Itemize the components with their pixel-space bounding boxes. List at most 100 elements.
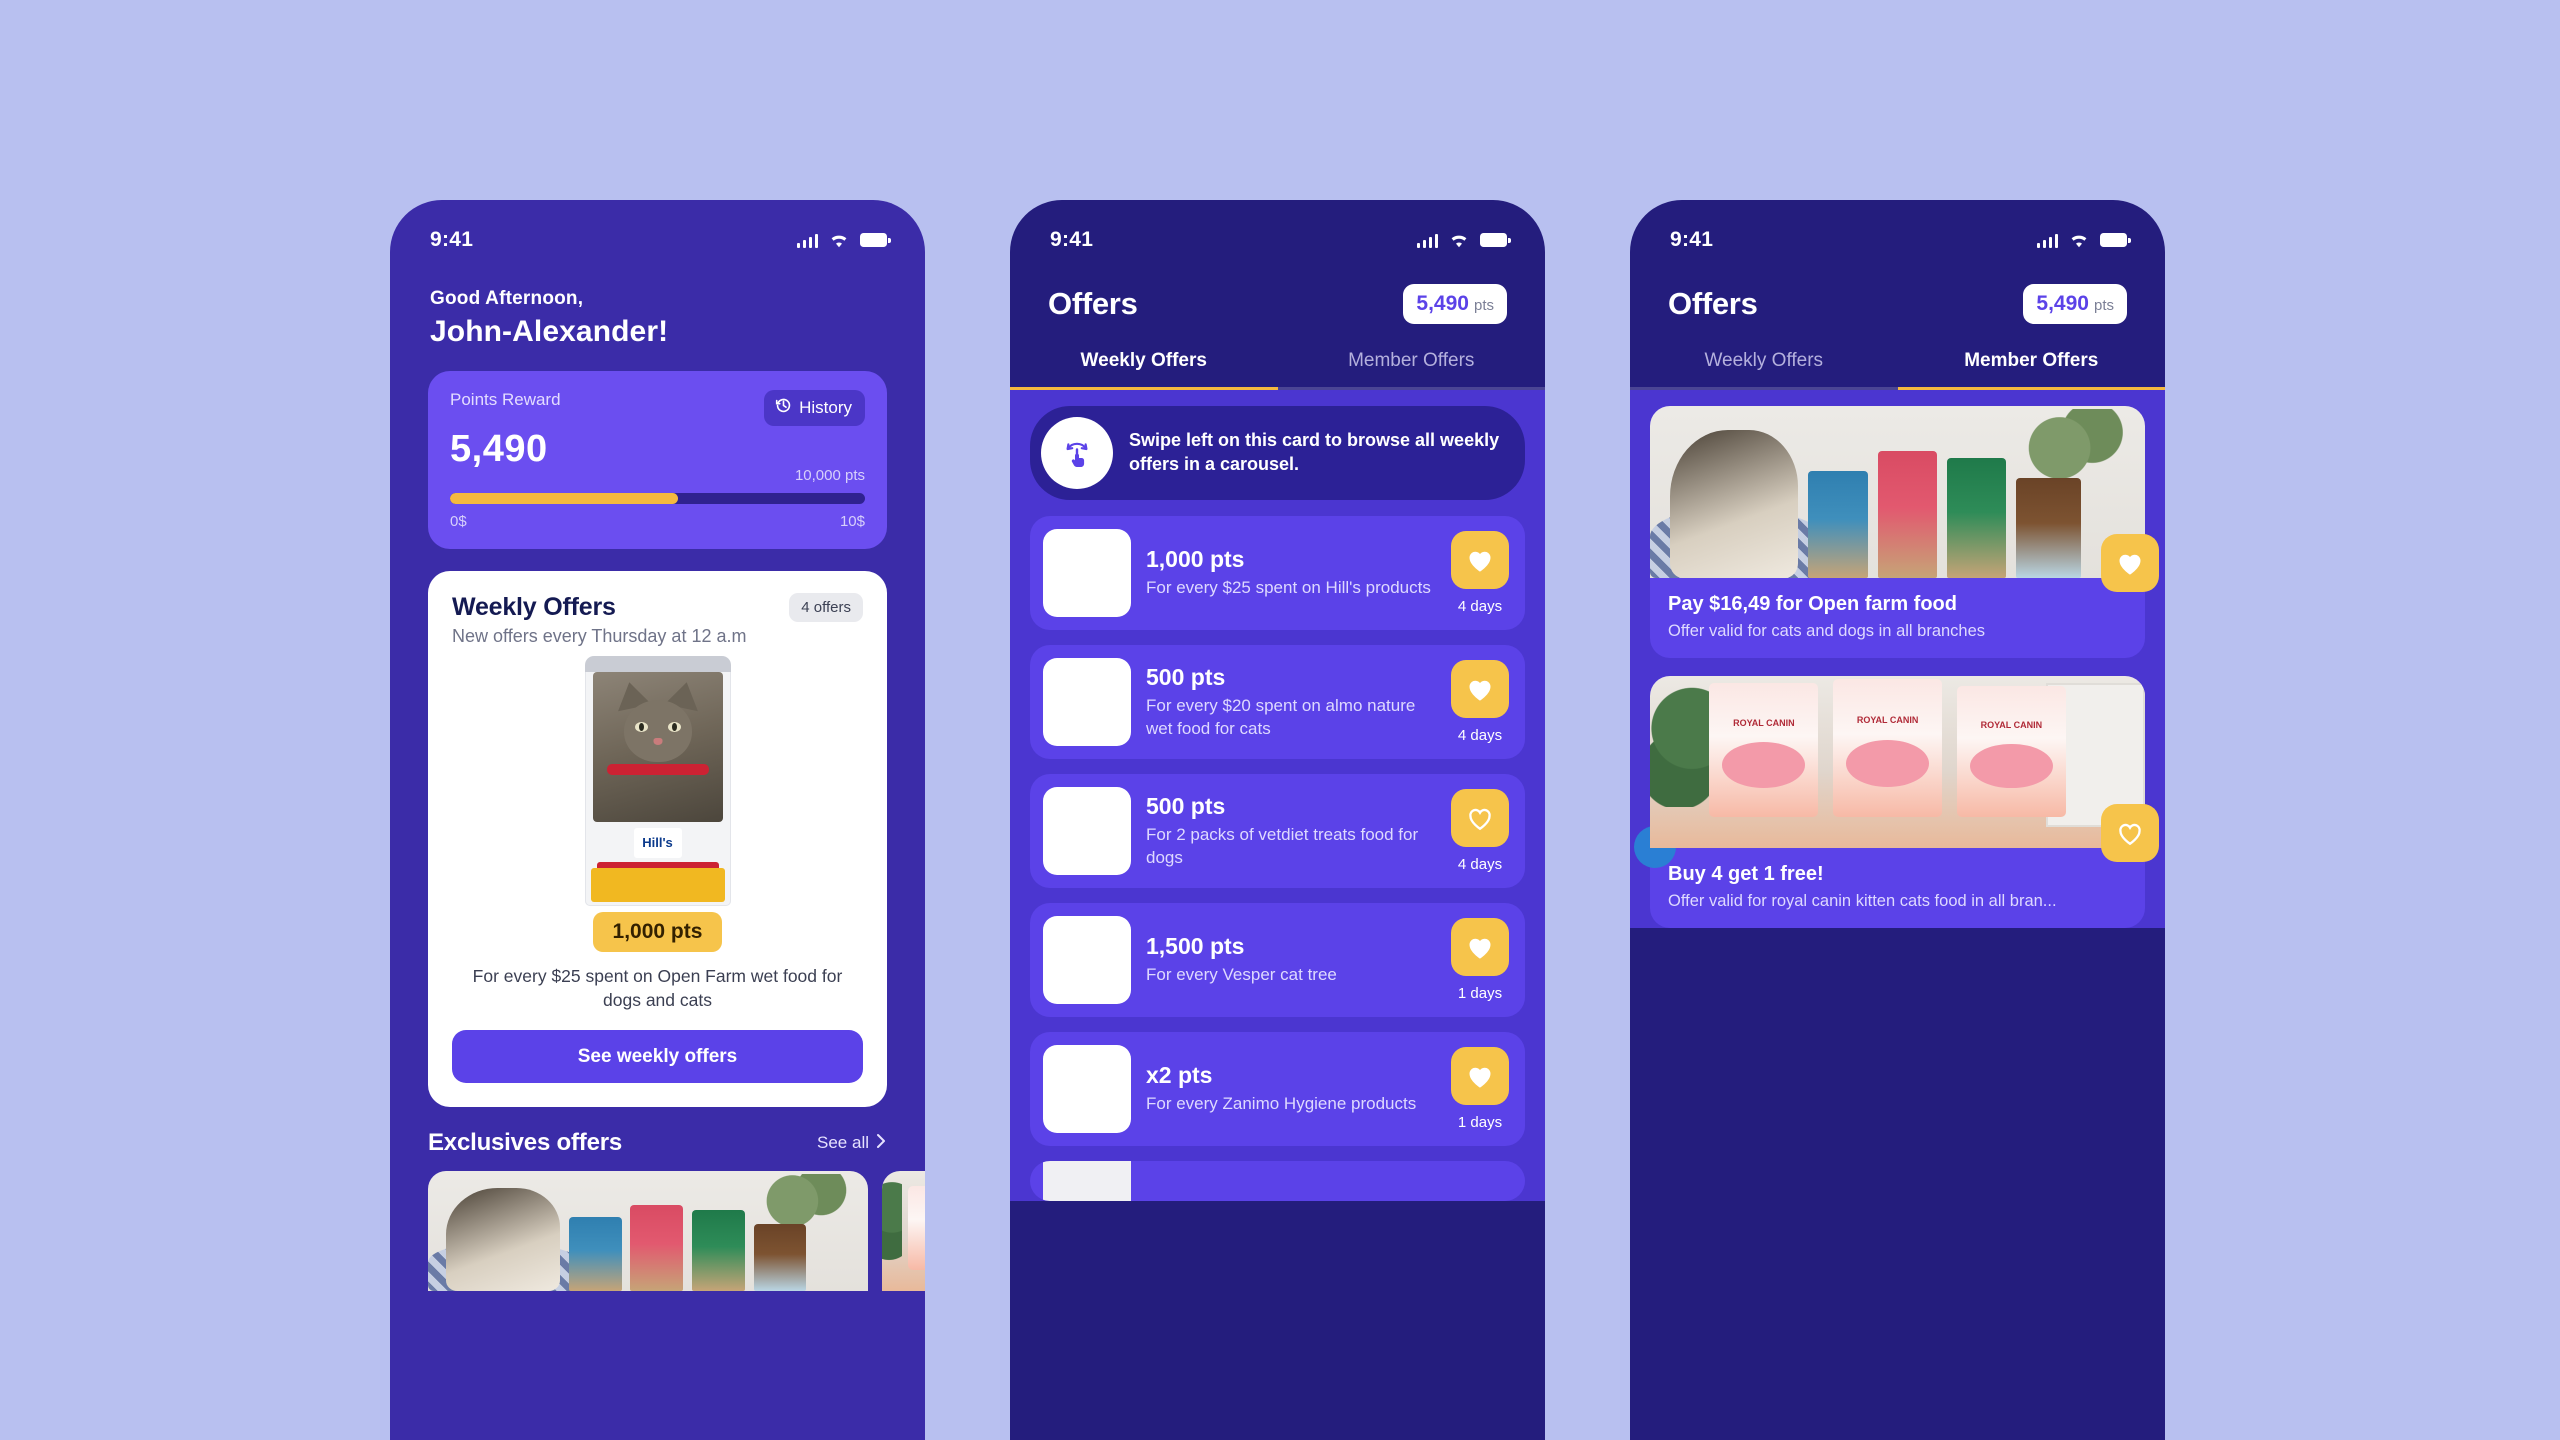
weekly-offers-list: Swipe left on this card to browse all we…	[1010, 390, 1545, 1201]
favorite-button[interactable]	[2101, 534, 2159, 592]
history-button[interactable]: History	[764, 390, 865, 426]
weekly-offers-title: Weekly Offers	[452, 593, 616, 621]
member-offers-list: Pay $16,49 for Open farm food Offer vali…	[1630, 390, 2165, 928]
offer-row-partial[interactable]	[1030, 1161, 1525, 1201]
history-button-label: History	[799, 398, 852, 417]
offer-expiry: 4 days	[1457, 598, 1503, 615]
offer-points: x2 pts	[1146, 1062, 1213, 1089]
offer-row[interactable]: x2 pts For every Zanimo Hygiene products 1…	[1030, 1032, 1525, 1146]
heart-filled-icon	[1469, 680, 1491, 701]
member-offer-card[interactable]: Pay $16,49 for Open farm food Offer vali…	[1650, 406, 2159, 658]
swipe-hint-text: Swipe left on this card to browse all we…	[1129, 430, 1500, 474]
status-bar-icons	[796, 233, 891, 248]
points-reward-label: Points Reward	[450, 390, 561, 409]
see-all-label: See all	[817, 1133, 869, 1153]
offer-text: 500 pts For every $20 spent on almo natur…	[1146, 664, 1433, 739]
member-offer-card[interactable]: ROYAL CANIN ROYAL CANIN ROYAL CANIN Buy …	[1634, 676, 2159, 928]
phone-member-offers-screen: 9:41 Offers 5,490 pts Weekly Offers Memb…	[1630, 200, 2165, 1440]
offer-description: For every $20 spent on almo nature wet f…	[1146, 696, 1416, 738]
points-chip-unit: pts	[2093, 297, 2114, 314]
offer-expiry: 4 days	[1457, 727, 1503, 744]
history-clock-icon	[775, 397, 792, 419]
member-offer-title: Buy 4 get 1 free!	[1668, 863, 1824, 885]
offer-thumbnail	[1043, 1045, 1131, 1133]
points-chip-unit: pts	[1473, 297, 1494, 314]
heart-filled-icon	[1469, 938, 1491, 959]
heart-filled-icon	[1469, 551, 1491, 572]
offer-points: 500 pts	[1146, 793, 1226, 820]
points-reward-card: Points Reward History 5,490 10,000 pts 0…	[428, 371, 887, 549]
exclusives-section-header: Exclusives offers See all	[428, 1129, 887, 1157]
favorite-button[interactable]	[1451, 1047, 1509, 1105]
exclusive-thumb-open-farm[interactable]	[428, 1171, 868, 1292]
chevron-right-icon	[876, 1133, 887, 1154]
favorite-button[interactable]	[1451, 789, 1509, 847]
offer-row[interactable]: 500 pts For every $20 spent on almo natur…	[1030, 645, 1525, 759]
offer-description: For every Zanimo Hygiene products	[1146, 1094, 1417, 1114]
member-offer-title: Pay $16,49 for Open farm food	[1668, 593, 1957, 615]
signal-icon	[796, 233, 818, 248]
offer-actions: 4 days	[1448, 660, 1512, 744]
offer-description: For every $25 spent on Hill's products	[1146, 578, 1431, 598]
offer-expiry: 1 days	[1457, 1114, 1503, 1131]
greeting-username: John-Alexander!	[430, 315, 669, 348]
battery-icon	[860, 233, 891, 247]
offer-description: For every Vesper cat tree	[1146, 965, 1337, 985]
hills-logo: Hill's	[633, 827, 682, 858]
offer-expiry: 4 days	[1457, 856, 1503, 873]
swipe-gesture-icon	[1041, 417, 1113, 489]
offer-row[interactable]: 1,000 pts For every $25 spent on Hill's p…	[1030, 516, 1525, 630]
offer-text: x2 pts For every Zanimo Hygiene products	[1146, 1062, 1433, 1115]
phone-home-screen: 9:41 Good Afternoon, John-Alexander! Poi…	[390, 200, 925, 1440]
scale-max-label: 10$	[839, 513, 865, 530]
status-bar-time: 9:41	[1050, 228, 1094, 251]
points-chip[interactable]: 5,490 pts	[1403, 284, 1507, 324]
status-bar: 9:41	[1010, 200, 1545, 262]
status-bar: 9:41	[390, 200, 925, 262]
member-offer-text: Pay $16,49 for Open farm food Offer vali…	[1650, 578, 2145, 658]
exclusive-thumb-royal-canin[interactable]	[882, 1171, 925, 1292]
favorite-button[interactable]	[1451, 660, 1509, 718]
tab-member-offers[interactable]: Member Offers	[1277, 350, 1545, 390]
points-chip[interactable]: 5,490 pts	[2023, 284, 2127, 324]
offer-text: 1,500 pts For every Vesper cat tree	[1146, 933, 1433, 986]
weekly-offers-card-stack: Weekly Offers 4 offers New offers every …	[428, 571, 887, 1108]
favorite-button[interactable]	[1451, 918, 1509, 976]
tab-member-offers[interactable]: Member Offers	[1897, 350, 2165, 390]
heart-outline-icon	[1469, 808, 1491, 831]
offer-actions: 1 days	[1448, 1047, 1512, 1131]
greeting-block: Good Afternoon, John-Alexander!	[390, 262, 925, 349]
favorite-button[interactable]	[2101, 804, 2159, 862]
page-title: Offers	[1048, 286, 1138, 321]
offer-text: 500 pts For 2 packs of vetdiet treats foo…	[1146, 793, 1433, 868]
offer-actions: 4 days	[1448, 531, 1512, 615]
offer-row[interactable]: 500 pts For 2 packs of vetdiet treats foo…	[1030, 774, 1525, 888]
exclusives-carousel[interactable]	[428, 1171, 925, 1292]
offer-actions: 1 days	[1448, 918, 1512, 1002]
heart-filled-icon	[2119, 554, 2141, 575]
member-offer-photo: ROYAL CANIN ROYAL CANIN ROYAL CANIN	[1650, 676, 2145, 848]
battery-icon	[1480, 233, 1511, 247]
points-chip-value: 5,490	[1416, 292, 1469, 315]
offer-row[interactable]: 1,500 pts For every Vesper cat tree 1 days	[1030, 903, 1525, 1017]
offer-expiry: 1 days	[1457, 985, 1503, 1002]
offer-rows-container: 1,000 pts For every $25 spent on Hill's p…	[1030, 516, 1525, 1146]
points-progress-fill	[450, 493, 678, 504]
heart-outline-icon	[2119, 823, 2141, 846]
offer-points: 1,000 pts	[1146, 546, 1245, 573]
offer-thumbnail	[1043, 529, 1131, 617]
offer-description: For 2 packs of vetdiet treats food for d…	[1146, 825, 1419, 867]
swipe-hint-card[interactable]: Swipe left on this card to browse all we…	[1030, 406, 1525, 500]
offer-thumbnail	[1043, 916, 1131, 1004]
weekly-offer-description: For every $25 spent on Open Farm wet foo…	[472, 966, 843, 1010]
weekly-offer-product-image: Hill's SCIENCE DIET	[452, 653, 863, 908]
favorite-button[interactable]	[1451, 531, 1509, 589]
tab-weekly-offers[interactable]: Weekly Offers	[1010, 350, 1278, 390]
see-weekly-offers-button[interactable]: See weekly offers	[452, 1030, 863, 1084]
see-all-link[interactable]: See all	[817, 1133, 887, 1154]
tab-weekly-offers[interactable]: Weekly Offers	[1630, 350, 1898, 390]
weekly-offers-card[interactable]: Weekly Offers 4 offers New offers every …	[428, 571, 887, 1108]
signal-icon	[2036, 233, 2058, 248]
offer-points: 1,500 pts	[1146, 933, 1245, 960]
offers-header: Offers 5,490 pts	[1630, 262, 2165, 324]
